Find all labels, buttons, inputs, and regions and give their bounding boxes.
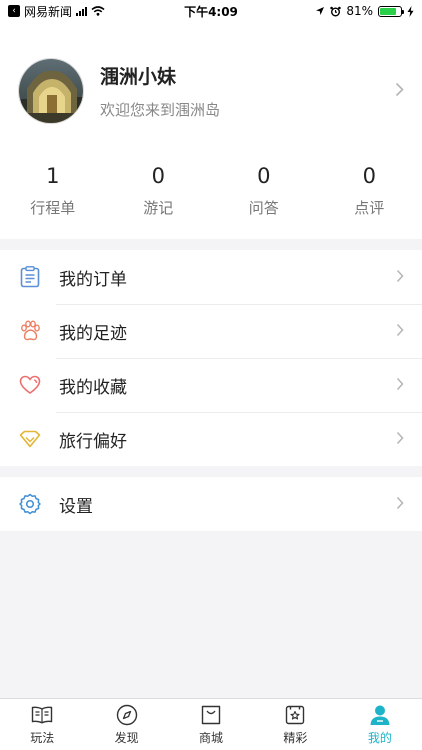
tab-highlights[interactable]: 精彩 bbox=[253, 699, 337, 750]
chevron-right-icon bbox=[396, 376, 404, 395]
bag-icon bbox=[199, 704, 223, 726]
alarm-icon bbox=[330, 6, 342, 16]
chevron-right-icon bbox=[396, 268, 404, 287]
stat-label: 问答 bbox=[248, 199, 279, 217]
tab-label: 发现 bbox=[114, 730, 139, 745]
status-bar: ‹ 网易新闻 下午4:09 81% bbox=[0, 0, 422, 22]
tab-bar: 玩法 发现 商城 精彩 我的 bbox=[0, 698, 422, 750]
paw-icon bbox=[18, 319, 42, 343]
stat-label: 点评 bbox=[354, 199, 385, 217]
menu-item-label: 我的订单 bbox=[59, 269, 127, 290]
tab-play[interactable]: 玩法 bbox=[0, 699, 84, 750]
battery-percent: 81% bbox=[346, 4, 373, 18]
tab-mall[interactable]: 商城 bbox=[169, 699, 253, 750]
tab-mine[interactable]: 我的 bbox=[338, 699, 422, 750]
stat-travelogue[interactable]: 0 游记 bbox=[106, 164, 212, 224]
profile-subtitle: 欢迎您来到涠洲岛 bbox=[100, 101, 221, 119]
wifi-icon bbox=[91, 6, 105, 16]
menu-item-footprints[interactable]: 我的足迹 bbox=[0, 304, 422, 358]
settings-list: 设置 bbox=[0, 477, 422, 531]
tab-label: 精彩 bbox=[283, 730, 308, 745]
signal-icon bbox=[76, 6, 88, 16]
battery-icon bbox=[378, 5, 404, 17]
tab-label: 我的 bbox=[367, 730, 392, 745]
profile-name: 涠洲小妹 bbox=[100, 66, 177, 88]
menu-item-label: 我的足迹 bbox=[59, 323, 127, 344]
stat-value: 1 bbox=[46, 164, 60, 188]
menu-item-travel-preferences[interactable]: 旅行偏好 bbox=[0, 412, 422, 466]
diamond-icon bbox=[18, 427, 42, 451]
person-icon bbox=[368, 704, 392, 726]
profile-card: 涠洲小妹 欢迎您来到涠洲岛 1 行程单 0 游记 0 问答 0 点评 bbox=[0, 22, 422, 239]
clipboard-icon bbox=[18, 265, 42, 289]
back-arrow-icon[interactable]: ‹ bbox=[8, 5, 20, 17]
menu-item-label: 设置 bbox=[59, 496, 93, 517]
menu-item-favorites[interactable]: 我的收藏 bbox=[0, 358, 422, 412]
stats-row: 1 行程单 0 游记 0 问答 0 点评 bbox=[0, 164, 422, 224]
menu-item-settings[interactable]: 设置 bbox=[0, 477, 422, 531]
compass-icon bbox=[115, 704, 139, 726]
book-icon bbox=[30, 704, 54, 726]
location-arrow-icon bbox=[316, 7, 325, 15]
back-app-label[interactable]: 网易新闻 bbox=[24, 3, 72, 20]
menu-item-label: 旅行偏好 bbox=[59, 431, 127, 452]
tab-label: 玩法 bbox=[30, 730, 55, 745]
stat-value: 0 bbox=[151, 164, 165, 188]
tab-discover[interactable]: 发现 bbox=[84, 699, 168, 750]
heart-icon bbox=[18, 373, 42, 397]
gear-icon bbox=[18, 492, 42, 516]
chevron-right-icon bbox=[396, 322, 404, 341]
avatar[interactable] bbox=[18, 58, 84, 124]
chevron-right-icon bbox=[396, 495, 404, 514]
stat-itinerary[interactable]: 1 行程单 bbox=[0, 164, 106, 224]
back-to-app[interactable]: ‹ 网易新闻 bbox=[8, 3, 105, 20]
stat-questions[interactable]: 0 问答 bbox=[211, 164, 317, 224]
star-card-icon bbox=[283, 704, 307, 726]
profile-header[interactable]: 涠洲小妹 欢迎您来到涠洲岛 bbox=[18, 58, 404, 124]
menu-list: 我的订单 我的足迹 我的收藏 旅行偏好 bbox=[0, 250, 422, 466]
charging-icon bbox=[407, 5, 414, 17]
menu-item-orders[interactable]: 我的订单 bbox=[0, 250, 422, 304]
chevron-right-icon bbox=[396, 430, 404, 449]
tab-label: 商城 bbox=[199, 730, 224, 745]
stat-reviews[interactable]: 0 点评 bbox=[317, 164, 422, 224]
stat-label: 游记 bbox=[143, 199, 174, 217]
stat-value: 0 bbox=[257, 164, 271, 188]
menu-item-label: 我的收藏 bbox=[59, 377, 127, 398]
stat-label: 行程单 bbox=[30, 199, 76, 217]
stat-value: 0 bbox=[362, 164, 376, 188]
chevron-right-icon bbox=[395, 80, 404, 102]
